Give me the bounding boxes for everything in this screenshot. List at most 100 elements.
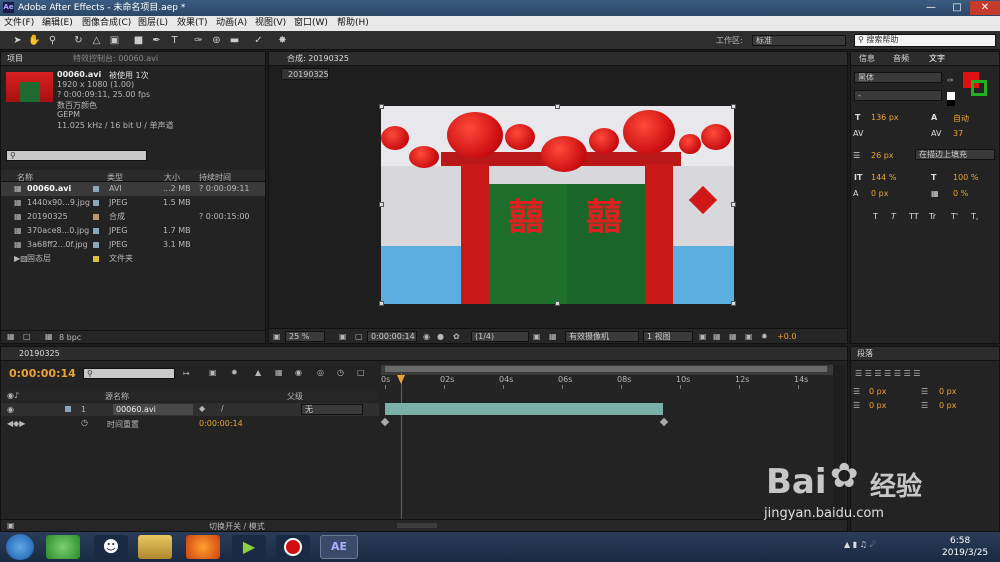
interpret-footage-icon[interactable]: ▦: [7, 332, 15, 341]
timeline-icon[interactable]: ▦: [729, 332, 737, 341]
bpc-label[interactable]: 8 bpc: [59, 333, 81, 342]
font-size-value[interactable]: 136 px: [871, 113, 899, 122]
col-source-name[interactable]: 源名称: [105, 391, 129, 402]
tab-audio[interactable]: 音频: [893, 52, 909, 65]
menu-view[interactable]: 视图(V): [255, 16, 286, 31]
hand-tool-icon[interactable]: ✋: [28, 34, 41, 47]
current-time-indicator[interactable]: [401, 373, 402, 523]
horizontal-scale-value[interactable]: 100 %: [953, 173, 978, 182]
keyframe-marker[interactable]: [659, 417, 669, 427]
exposure-value[interactable]: +0.0: [777, 332, 796, 341]
expand-layer-switches-icon[interactable]: ▣: [7, 521, 15, 530]
transform-handle[interactable]: [731, 202, 736, 207]
layer-label-color[interactable]: [65, 406, 71, 412]
qq-icon[interactable]: ☻: [94, 535, 128, 559]
baseline-shift-value[interactable]: 0 px: [871, 189, 888, 198]
tab-project[interactable]: 项目: [7, 52, 23, 65]
delete-icon[interactable]: ▦: [45, 332, 53, 341]
black-swatch[interactable]: [947, 100, 955, 106]
timeline-timecode[interactable]: 0:00:00:14: [9, 367, 76, 380]
resolution-select[interactable]: (1/4): [471, 331, 529, 342]
channel-icon[interactable]: ✿: [453, 332, 460, 341]
menu-layer[interactable]: 图层(L): [138, 16, 168, 31]
camera-select[interactable]: 有效摄像机: [565, 331, 639, 342]
item-label-color[interactable]: [93, 242, 99, 248]
pan-behind-tool-icon[interactable]: ▣: [108, 34, 121, 47]
comp-mini-flowchart-icon[interactable]: ↦: [183, 369, 190, 378]
exposure-icon[interactable]: ✹: [761, 332, 768, 341]
project-item-row[interactable]: ▦ 3a68ff2...0f.jpg JPEG 3.1 MB: [1, 238, 265, 252]
transform-handle[interactable]: [379, 202, 384, 207]
item-label-color[interactable]: [93, 186, 99, 192]
current-time-display[interactable]: 0:00:00:14: [367, 331, 417, 342]
type-tool-icon[interactable]: T: [168, 34, 181, 47]
flowchart-icon[interactable]: ▣: [745, 332, 753, 341]
font-family-select[interactable]: 黑体: [854, 72, 942, 83]
layer-duration-bar[interactable]: [385, 403, 663, 415]
recorder-icon[interactable]: [276, 535, 310, 559]
tsume-value[interactable]: 0 %: [953, 189, 968, 198]
menu-file[interactable]: 文件(F): [4, 16, 34, 31]
parent-select[interactable]: 无: [301, 404, 363, 415]
tab-paragraph[interactable]: 段落: [857, 347, 873, 360]
roto-brush-icon[interactable]: ✓: [252, 34, 265, 47]
vertical-scale-value[interactable]: 144 %: [871, 173, 896, 182]
region-of-interest-icon[interactable]: ▣: [533, 332, 541, 341]
time-ruler[interactable]: 0s 02s 04s 06s 08s 10s 12s 14s: [381, 375, 833, 389]
tab-effects-controls[interactable]: 特效控制台: 00060.avi: [73, 52, 158, 65]
shy-switch-icon[interactable]: ◆: [199, 404, 205, 413]
motion-blur-icon[interactable]: ◉: [295, 368, 302, 377]
rectangle-tool-icon[interactable]: ■: [132, 34, 145, 47]
property-stopwatch-icon[interactable]: ◷: [81, 418, 88, 427]
eraser-tool-icon[interactable]: ▬: [228, 34, 241, 47]
puppet-tool-icon[interactable]: ✸: [276, 34, 289, 47]
tab-character[interactable]: 文字: [929, 52, 945, 65]
time-remap-value[interactable]: 0:00:00:14: [199, 419, 243, 428]
item-label-color[interactable]: [93, 200, 99, 206]
transform-handle[interactable]: [379, 104, 384, 109]
stroke-width-value[interactable]: 26 px: [871, 151, 894, 160]
project-item-row[interactable]: ▦ 00060.avi AVI ...2 MB ? 0:00:09:11: [1, 182, 265, 196]
layer-name[interactable]: 00060.avi: [113, 404, 193, 415]
item-label-color[interactable]: [93, 228, 99, 234]
toggle-pixel-aspect-icon[interactable]: ▣: [699, 332, 707, 341]
layer-row[interactable]: ◉ 1 00060.avi ◆ / 无: [1, 403, 379, 416]
start-button[interactable]: [6, 534, 34, 560]
views-select[interactable]: 1 视图: [643, 331, 693, 342]
visibility-eye-icon[interactable]: ◉: [7, 405, 14, 414]
project-item-row[interactable]: ▦ 1440x90...9.jpg JPEG 1.5 MB: [1, 196, 265, 210]
brush-tool-icon[interactable]: ✑: [192, 34, 205, 47]
zoom-slider[interactable]: [397, 523, 437, 528]
indent-right-value[interactable]: 0 px: [939, 387, 956, 396]
keyframe-marker[interactable]: [380, 417, 390, 427]
keyframe-nav-icon[interactable]: ◀◆▶: [7, 419, 25, 428]
live-update-icon[interactable]: ▣: [209, 368, 217, 377]
all-caps-button[interactable]: TT: [909, 212, 919, 221]
item-label-color[interactable]: [93, 214, 99, 220]
stroke-mode-select[interactable]: 在描边上填充: [915, 149, 995, 160]
snapshot-icon[interactable]: ◉: [423, 332, 430, 341]
maximize-button[interactable]: □: [944, 1, 970, 15]
tab-composition[interactable]: 合成: 20190325: [287, 52, 349, 65]
eyedropper-icon[interactable]: ✑: [947, 76, 954, 85]
transform-handle[interactable]: [731, 301, 736, 306]
show-snapshot-icon[interactable]: ●: [437, 332, 444, 341]
indent-left-value[interactable]: 0 px: [869, 387, 886, 396]
fast-previews-icon[interactable]: ▦: [713, 332, 721, 341]
transform-handle[interactable]: [379, 301, 384, 306]
minimize-button[interactable]: —: [918, 1, 944, 15]
work-area-bar[interactable]: [381, 365, 833, 375]
tab-timeline-comp[interactable]: 20190325: [19, 347, 60, 360]
transform-handle[interactable]: [731, 104, 736, 109]
workspace-select[interactable]: 标准: [752, 35, 846, 46]
transform-handle[interactable]: [555, 301, 560, 306]
small-caps-button[interactable]: Tr: [929, 212, 936, 221]
col-parent[interactable]: 父级: [287, 391, 303, 402]
superscript-button[interactable]: T': [951, 212, 958, 221]
white-swatch[interactable]: [947, 92, 955, 100]
tracking-value[interactable]: 37: [953, 129, 963, 138]
draft-3d-icon[interactable]: ✹: [231, 368, 238, 377]
mask-visibility-icon[interactable]: ▢: [355, 332, 363, 341]
stroke-color-swatch[interactable]: [971, 80, 987, 96]
stopwatch-icon[interactable]: ◷: [337, 368, 344, 377]
